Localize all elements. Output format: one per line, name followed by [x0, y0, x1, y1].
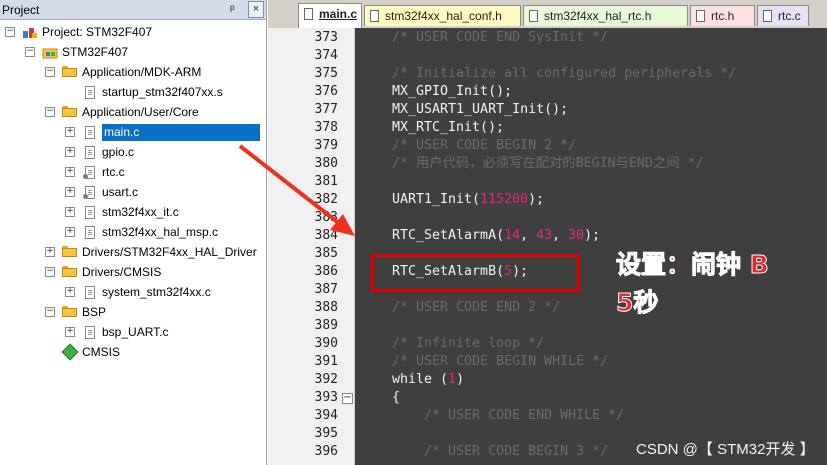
arrow-shaft	[238, 144, 342, 226]
watermark: CSDN @【 STM32开发 】	[636, 441, 815, 458]
arrow-annotation	[238, 144, 355, 236]
